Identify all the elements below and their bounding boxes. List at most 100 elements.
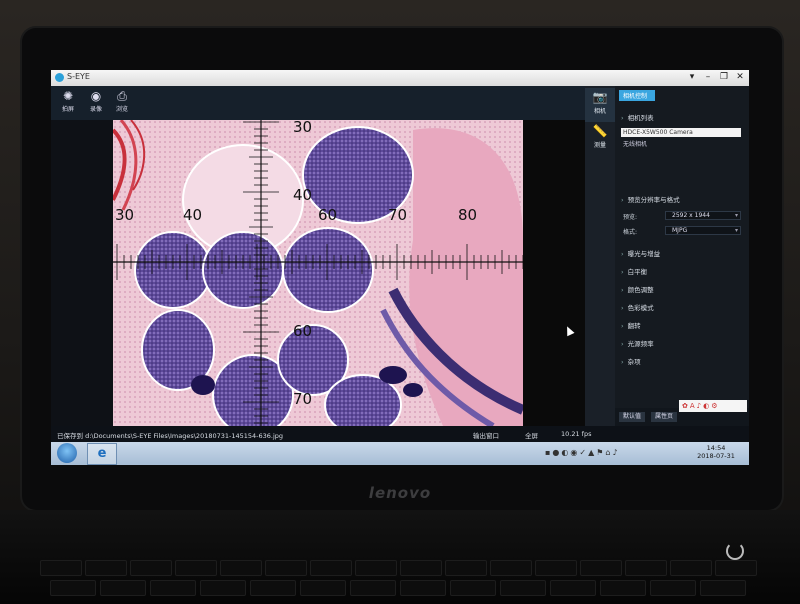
h-scale-label-30: 30 — [115, 206, 134, 224]
keyboard-key — [400, 580, 446, 596]
keyboard-key — [200, 580, 246, 596]
start-button-icon[interactable] — [57, 443, 77, 463]
preview-resolution-select[interactable]: 2592 x 1944 ▾ — [665, 211, 741, 220]
keyboard-key — [535, 560, 577, 576]
default-button[interactable]: 默认值 — [619, 412, 646, 422]
keyboard-key — [400, 560, 442, 576]
dropdown-arrow-icon: ▾ — [734, 212, 738, 219]
section-color-mode[interactable]: › 色彩模式 — [621, 302, 654, 312]
keyboard-key — [100, 580, 146, 596]
camera-list-header[interactable]: › 相机列表 — [621, 112, 654, 122]
section-white-balance[interactable]: › 白平衡 — [621, 266, 647, 276]
right-black-area — [523, 120, 585, 426]
browser-icon[interactable]: e — [87, 443, 117, 465]
ime-toolbar[interactable]: ✿A♪◐⚙ — [679, 400, 747, 412]
keyboard-key — [500, 580, 546, 596]
fullscreen-button[interactable]: 全屏 — [525, 430, 538, 440]
h-scale-label-40: 40 — [183, 206, 202, 224]
chevron-right-icon: › — [621, 322, 624, 330]
keyboard-key — [355, 560, 397, 576]
keyboard-key — [40, 560, 82, 576]
saved-path-text: 已保存到 d:\Documents\S-EYE Files\Images\201… — [57, 432, 284, 440]
h-scale-label-70: 70 — [388, 206, 407, 224]
keyboard-key — [220, 560, 262, 576]
capture-button[interactable]: ✺ 拍屏 — [53, 88, 83, 118]
shutter-icon: ✺ — [62, 89, 74, 103]
power-button-icon[interactable] — [726, 542, 744, 560]
section-exposure-label: 曝光与增益 — [627, 250, 661, 258]
taskbar: e ▪●◐◉✓▲⚑⌂♪ 14:54 2018-07-31 — [51, 442, 749, 465]
h-scale-label-80: 80 — [458, 206, 477, 224]
ruler-icon: 📏 — [592, 124, 608, 138]
format-select[interactable]: MJPG ▾ — [665, 226, 741, 235]
keyboard — [40, 560, 760, 600]
capture-label: 拍屏 — [61, 106, 74, 113]
browse-button[interactable]: ⎙ 浏览 — [107, 88, 137, 118]
status-bar: 已保存到 d:\Documents\S-EYE Files\Images\201… — [51, 426, 749, 442]
camera-list-item[interactable]: HDCE-X5W500 Camera — [621, 128, 741, 137]
left-black-area — [51, 120, 113, 426]
tab-measure[interactable]: 📏 测量 — [585, 122, 615, 156]
section-flip-label: 翻转 — [627, 322, 641, 330]
menu-dropdown-button[interactable]: ▾ — [685, 71, 699, 84]
keyboard-key — [130, 560, 172, 576]
keyboard-key — [490, 560, 532, 576]
screen: S-EYE ▾ – ❐ ✕ ✺ 拍屏 ◉ 录像 ⎙ 浏览 30 40 60 70… — [51, 70, 749, 465]
close-button[interactable]: ✕ — [733, 71, 747, 84]
minimize-button[interactable]: – — [701, 71, 715, 84]
taskbar-clock[interactable]: 14:54 2018-07-31 — [691, 444, 741, 460]
tab-camera[interactable]: 📷 相机 — [585, 88, 615, 122]
restore-button[interactable]: ❐ — [717, 71, 731, 84]
output-window-button[interactable]: 输出窗口 — [473, 430, 499, 440]
chevron-right-icon: › — [621, 340, 624, 348]
section-misc[interactable]: › 杂项 — [621, 356, 641, 366]
tab-measure-label: 测量 — [593, 142, 606, 149]
section-light-frequency[interactable]: › 光源频率 — [621, 338, 654, 348]
keyboard-key — [670, 560, 712, 576]
section-flip[interactable]: › 翻转 — [621, 320, 641, 330]
keyboard-key — [175, 560, 217, 576]
keyboard-key — [150, 580, 196, 596]
keyboard-key — [350, 580, 396, 596]
chevron-right-icon: › — [621, 304, 624, 312]
system-tray[interactable]: ▪●◐◉✓▲⚑⌂♪ — [545, 448, 620, 457]
laptop-brand-logo: lenovo — [368, 484, 432, 502]
chevron-right-icon: › — [621, 358, 624, 366]
v-scale-label-40: 40 — [293, 186, 312, 204]
properties-button[interactable]: 属性页 — [651, 412, 678, 422]
keyboard-key — [600, 580, 646, 596]
resolution-section-header[interactable]: › 预览分辨率与格式 — [621, 194, 680, 204]
window-titlebar: S-EYE ▾ – ❐ ✕ — [51, 70, 749, 86]
section-light-frequency-label: 光源频率 — [627, 340, 654, 348]
toolbar: ✺ 拍屏 ◉ 录像 ⎙ 浏览 — [51, 86, 585, 120]
chevron-right-icon: › — [621, 114, 624, 122]
section-color-adjust-label: 颜色调整 — [627, 286, 654, 294]
keyboard-key — [625, 560, 667, 576]
chevron-right-icon: › — [621, 286, 624, 294]
chevron-right-icon: › — [621, 250, 624, 258]
format-label: 格式: — [623, 229, 638, 236]
tab-camera-label: 相机 — [593, 108, 606, 115]
v-scale-label-70: 70 — [293, 390, 312, 408]
panel-tag: 相机控制 — [619, 90, 656, 101]
keyboard-key — [310, 560, 352, 576]
section-color-adjust[interactable]: › 颜色调整 — [621, 284, 654, 294]
preview-resolution-value: 2592 x 1944 — [672, 212, 710, 219]
keyboard-key — [450, 580, 496, 596]
preview-label: 预览: — [623, 214, 638, 221]
live-preview[interactable]: 30 40 60 70 80 30 40 60 70 — [113, 120, 523, 426]
clock-date: 2018-07-31 — [697, 452, 735, 460]
keyboard-key — [650, 580, 696, 596]
fps-readout: 10.21 fps — [561, 430, 592, 438]
v-scale-label-60: 60 — [293, 322, 312, 340]
keyboard-key — [445, 560, 487, 576]
keyboard-key — [50, 580, 96, 596]
section-color-mode-label: 色彩模式 — [627, 304, 654, 312]
h-scale-label-60: 60 — [318, 206, 337, 224]
v-scale-label-30: 30 — [293, 120, 312, 136]
chevron-right-icon: › — [621, 268, 624, 276]
format-value: MJPG — [672, 227, 688, 234]
section-exposure[interactable]: › 曝光与增益 — [621, 248, 660, 258]
keyboard-key — [265, 560, 307, 576]
no-camera-item[interactable]: 无线相机 — [623, 139, 647, 148]
